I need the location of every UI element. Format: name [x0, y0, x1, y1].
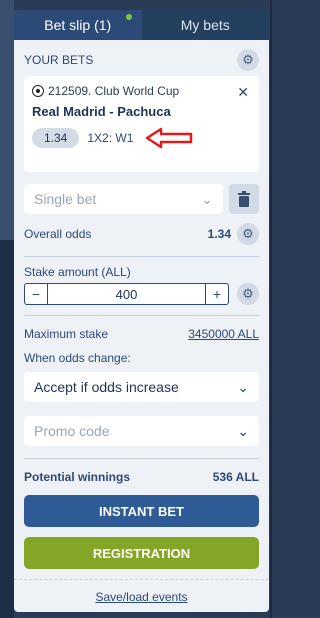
instant-bet-button[interactable]: INSTANT BET — [24, 495, 259, 527]
chevron-down-icon: ⌄ — [237, 378, 249, 395]
red-arrow-icon — [146, 127, 193, 149]
registration-button[interactable]: REGISTRATION — [24, 537, 259, 569]
promo-code-placeholder: Promo code — [34, 423, 110, 439]
divider — [24, 256, 259, 257]
footer: Save/load events — [14, 579, 269, 606]
left-background-strip — [0, 0, 14, 618]
overall-odds-label: Overall odds — [24, 227, 92, 241]
trash-icon[interactable] — [229, 184, 259, 214]
tab-my-bets-label: My bets — [180, 17, 230, 33]
notification-dot — [125, 14, 132, 20]
maximum-stake-link[interactable]: 3450000 ALL — [188, 327, 259, 341]
your-bets-label: YOUR BETS — [24, 53, 94, 67]
match-name: Real Madrid - Pachuca — [32, 104, 171, 119]
tab-bet-slip[interactable]: Bet slip (1) — [14, 10, 142, 40]
bet-slip-panel: Bet slip (1) My bets YOUR BETS ⚙ 212509.… — [14, 10, 269, 612]
overall-odds-row: Overall odds 1.34 ⚙ — [14, 222, 269, 246]
chevron-down-icon: ⌄ — [237, 422, 249, 439]
stake-input[interactable]: 400 — [47, 284, 206, 304]
potential-winnings-label: Potential winnings — [24, 470, 131, 484]
tab-bet-slip-label: Bet slip (1) — [44, 17, 112, 33]
chevron-down-icon: ⌄ — [201, 190, 213, 207]
stake-label: Stake amount (ALL) — [24, 265, 131, 279]
divider — [24, 315, 259, 316]
save-load-events-link[interactable]: Save/load events — [95, 590, 187, 604]
bet-slip-tabs: Bet slip (1) My bets — [14, 10, 269, 40]
maximum-stake-row: Maximum stake 3450000 ALL — [14, 322, 269, 346]
event-line: 212509. Club World Cup — [32, 84, 251, 98]
potential-winnings-value: 536 ALL — [212, 470, 259, 484]
event-name: 212509. Club World Cup — [48, 84, 180, 98]
bet-card: 212509. Club World Cup ✕ Real Madrid - P… — [24, 76, 259, 172]
stake-increment-button[interactable]: + — [206, 286, 228, 302]
right-edge — [270, 0, 272, 618]
gear-icon[interactable]: ⚙ — [237, 223, 259, 245]
bet-type-row: Single bet ⌄ — [24, 184, 259, 214]
stake-row: − 400 + ⚙ — [24, 283, 259, 305]
stake-stepper: − 400 + — [24, 283, 229, 305]
stake-decrement-button[interactable]: − — [25, 286, 47, 302]
market-label: 1X2: W1 — [87, 131, 134, 145]
maximum-stake-label: Maximum stake — [24, 327, 109, 341]
gear-icon[interactable]: ⚙ — [237, 283, 259, 305]
gear-icon[interactable]: ⚙ — [237, 49, 259, 71]
odds-change-select[interactable]: Accept if odds increase ⌄ — [24, 372, 259, 402]
tab-my-bets[interactable]: My bets — [141, 10, 269, 40]
odds-pill: 1.34 — [32, 128, 80, 148]
divider — [24, 458, 259, 459]
odds-change-value: Accept if odds increase — [34, 379, 179, 395]
potential-winnings-row: Potential winnings 536 ALL — [14, 465, 269, 489]
odds-change-label-row: When odds change: — [14, 346, 269, 370]
bet-type-value: Single bet — [34, 191, 97, 207]
your-bets-header: YOUR BETS ⚙ — [14, 40, 269, 76]
overall-odds-value: 1.34 — [207, 227, 231, 241]
promo-code-field[interactable]: Promo code ⌄ — [24, 416, 259, 446]
odds-change-label: When odds change: — [24, 351, 131, 365]
bet-type-select[interactable]: Single bet ⌄ — [24, 184, 223, 214]
soccer-ball-icon — [32, 85, 44, 97]
close-icon[interactable]: ✕ — [237, 84, 249, 101]
odds-row: 1.34 1X2: W1 — [32, 127, 251, 149]
